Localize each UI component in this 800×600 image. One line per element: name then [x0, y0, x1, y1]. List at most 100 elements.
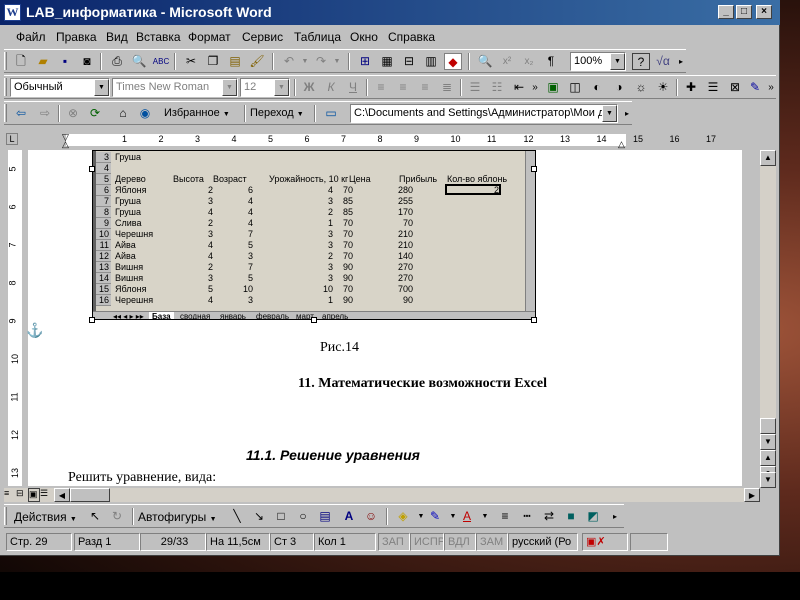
free-rotate-icon[interactable]: ↻	[108, 508, 126, 525]
refresh-icon[interactable]: ⟳	[86, 105, 104, 122]
tab-nav-arrows[interactable]: ◂◂ ◂ ▸ ▸▸	[113, 312, 144, 319]
go-menu[interactable]: Переход ▼	[250, 107, 304, 119]
spreadsheet-cell[interactable]: 4	[173, 240, 213, 251]
spreadsheet-cell[interactable]: 4	[213, 218, 253, 229]
menu-view[interactable]: Вид	[106, 30, 128, 44]
word-app-icon[interactable]: W	[4, 4, 21, 21]
more-contrast-icon[interactable]: ◐	[588, 79, 606, 96]
drawing-toggle-icon[interactable]: ◆	[444, 53, 462, 70]
less-contrast-icon[interactable]: ◑	[610, 79, 628, 96]
new-document-icon[interactable]: 🗋	[12, 53, 30, 70]
line-icon[interactable]: ╲	[228, 508, 246, 525]
horizontal-ruler[interactable]: L 1 2 3 4 5 6 7 8 9 10 11 12 13 14 15 16 17 ▽ △ △	[4, 132, 744, 150]
spreadsheet-cell[interactable]: Груша	[115, 196, 171, 207]
show-hide-icon[interactable]: ¶	[542, 53, 560, 70]
back-arrow-icon[interactable]: ⇦	[12, 105, 30, 122]
vertical-ruler[interactable]: 5 6 7 8 9 10 11 12 13	[4, 150, 26, 486]
toolbar-options-icon[interactable]: ▸	[672, 53, 690, 70]
rectangle-icon[interactable]: □	[272, 508, 290, 525]
spreadsheet-cell[interactable]: Цена	[349, 174, 389, 185]
spreadsheet-cell[interactable]: Яблоня	[115, 284, 171, 295]
toolbar-options-icon[interactable]: ▸	[618, 105, 636, 122]
spreadsheet-cell[interactable]: 2	[173, 185, 213, 196]
font-select[interactable]: Times New Roman ▼	[112, 78, 238, 97]
menu-table[interactable]: Таблица	[294, 30, 341, 44]
right-indent-marker[interactable]: △	[618, 139, 625, 150]
spreadsheet-cell[interactable]: 3	[213, 295, 253, 306]
save-icon[interactable]: ▪	[56, 53, 74, 70]
sheet-tab-summary[interactable]: сводная	[177, 312, 213, 319]
spreadsheet-scrollbar[interactable]	[525, 151, 535, 311]
scroll-down-button[interactable]: ▼	[760, 434, 776, 450]
arrow-style-icon[interactable]: ⇄	[540, 508, 558, 525]
menu-window[interactable]: Окно	[350, 30, 378, 44]
horizontal-scroll-thumb[interactable]	[70, 488, 110, 502]
spreadsheet-cell[interactable]: 4	[213, 207, 253, 218]
clip-art-icon[interactable]: ☺	[362, 508, 380, 525]
text-box-icon[interactable]: ▤	[316, 508, 334, 525]
spreadsheet-cell[interactable]: 7	[213, 262, 253, 273]
autoshapes-menu[interactable]: Автофигуры ▼	[138, 510, 217, 524]
resize-handle[interactable]	[89, 317, 95, 323]
toolbar-options-icon[interactable]: »	[762, 79, 780, 96]
spelling-icon[interactable]: ABC	[152, 53, 170, 70]
chevron-down-icon[interactable]: ▼	[610, 53, 625, 70]
favorites-menu[interactable]: Избранное ▼	[164, 107, 230, 119]
resize-handle[interactable]	[89, 166, 95, 172]
outline-view-icon[interactable]: ☰	[40, 488, 52, 502]
toolbar-options-icon[interactable]: »	[526, 79, 544, 96]
shadow-icon[interactable]: ■	[562, 508, 580, 525]
italic-button[interactable]: К	[322, 79, 340, 96]
sheet-tab-january[interactable]: январь	[217, 312, 249, 319]
tab-stop-selector[interactable]: L	[6, 133, 18, 145]
spreadsheet-cell[interactable]: 3	[173, 229, 213, 240]
spreadsheet-cell[interactable]: Груша	[115, 207, 171, 218]
address-field[interactable]: C:\Documents and Settings\Администратор\…	[350, 104, 618, 123]
underline-button[interactable]: Ч	[344, 79, 362, 96]
format-painter-icon[interactable]: 🖌	[248, 53, 266, 70]
sheet-tab-baza[interactable]: База	[149, 312, 174, 319]
paste-icon[interactable]: ▤	[226, 53, 244, 70]
spreadsheet-cell[interactable]: Груша	[115, 152, 171, 163]
toolbar-grip[interactable]	[4, 104, 7, 122]
spreadsheet-cell[interactable]: 70	[313, 218, 353, 229]
spreadsheet-cell[interactable]: 85	[313, 196, 353, 207]
sheet-tab-april[interactable]: апрель	[319, 312, 351, 319]
spreadsheet-cell[interactable]: 5	[213, 240, 253, 251]
menu-file[interactable]: Файл	[16, 30, 46, 44]
home-icon[interactable]: ⌂	[114, 105, 132, 122]
wordart-icon[interactable]: A	[340, 508, 358, 525]
zoom-select[interactable]: 100% ▼	[570, 52, 626, 71]
font-color-icon[interactable]: A	[458, 508, 476, 525]
scroll-thumb[interactable]	[760, 418, 776, 434]
toolbar-grip[interactable]	[4, 507, 7, 525]
fill-color-icon[interactable]: ◈	[394, 508, 412, 525]
spreadsheet-cell[interactable]: 7	[213, 229, 253, 240]
oval-icon[interactable]: ○	[294, 508, 312, 525]
actions-menu[interactable]: Действия ▼	[14, 510, 77, 524]
spreadsheet-cell[interactable]: 280	[373, 185, 413, 196]
numbering-icon[interactable]: ☰	[466, 79, 484, 96]
copy-icon[interactable]: ❐	[204, 53, 222, 70]
spreadsheet-cell[interactable]: 2	[173, 218, 213, 229]
line-color-icon[interactable]: ✎	[426, 508, 444, 525]
status-extend[interactable]: ВДЛ	[444, 533, 476, 551]
spreadsheet-cell[interactable]: 70	[313, 185, 353, 196]
align-right-icon[interactable]: ≡	[416, 79, 434, 96]
superscript-icon[interactable]: x²	[498, 53, 516, 70]
cut-icon[interactable]: ✂	[182, 53, 200, 70]
justify-icon[interactable]: ≣	[438, 79, 456, 96]
spreadsheet-cell[interactable]: 3	[173, 273, 213, 284]
active-cell[interactable]	[445, 184, 501, 195]
spreadsheet-cell[interactable]: 10	[213, 284, 253, 295]
open-folder-icon[interactable]: ▰	[34, 53, 52, 70]
chevron-down-icon[interactable]: ▼	[476, 508, 494, 525]
menu-format[interactable]: Формат	[188, 30, 231, 44]
spreadsheet-cell[interactable]: 4	[213, 196, 253, 207]
spreadsheet-cell[interactable]: 3	[213, 251, 253, 262]
less-brightness-icon[interactable]: ☀	[654, 79, 672, 96]
more-brightness-icon[interactable]: ☼	[632, 79, 650, 96]
spreadsheet-cell[interactable]: 6	[213, 185, 253, 196]
minimize-button[interactable]: _	[718, 5, 734, 19]
spreadsheet-cell[interactable]: Яблоня	[115, 185, 171, 196]
